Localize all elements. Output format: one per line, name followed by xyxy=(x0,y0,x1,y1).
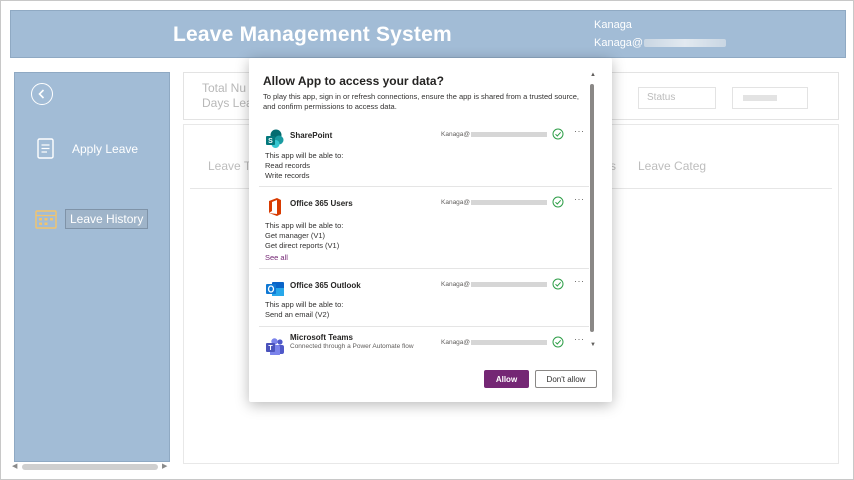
dialog-title: Allow App to access your data? xyxy=(263,74,444,88)
column-leave-category: Leave Categ xyxy=(638,159,707,173)
sidebar: Apply Leave Leave History xyxy=(14,72,170,462)
account-prefix: Kanaga@ xyxy=(441,339,471,346)
sidebar-item-label: Apply Leave xyxy=(72,142,139,156)
scroll-left-icon[interactable]: ◀ xyxy=(12,462,17,470)
calendar-icon xyxy=(35,210,57,229)
allow-button[interactable]: Allow xyxy=(484,370,529,388)
office365-icon xyxy=(269,198,281,216)
sidebar-item-label: Leave History xyxy=(65,209,149,229)
permission-item: Send an email (V2) xyxy=(265,310,330,319)
more-options-icon[interactable]: ··· xyxy=(574,194,585,204)
chevron-left-icon xyxy=(38,89,45,99)
permission-item: Get manager (V1) xyxy=(265,231,326,240)
app-header: Leave Management System Kanaga Kanaga@ xyxy=(10,10,846,58)
outlook-icon xyxy=(266,282,284,296)
permission-item: Read records xyxy=(265,161,311,170)
scrollbar-thumb[interactable] xyxy=(590,84,594,332)
account-prefix: Kanaga@ xyxy=(441,199,471,206)
service-name: Microsoft Teams xyxy=(290,333,353,342)
permission-item: Get direct reports (V1) xyxy=(265,241,340,250)
permission-heading: This app will be able to: xyxy=(265,151,344,160)
service-account: Kanaga@ xyxy=(441,131,548,138)
scroll-down-icon[interactable]: ▼ xyxy=(590,342,596,348)
sidebar-item-leave-history[interactable]: Leave History xyxy=(35,207,149,231)
back-button[interactable] xyxy=(31,83,53,105)
connection-office365-outlook: Office 365 Outlook Kanaga@ ··· This app … xyxy=(259,271,589,327)
scroll-up-icon[interactable]: ▲ xyxy=(590,72,596,78)
service-name: Office 365 Users xyxy=(290,199,353,208)
permission-heading: This app will be able to: xyxy=(265,300,344,309)
permission-heading: This app will be able to: xyxy=(265,221,344,230)
connection-sharepoint: S SharePoint Kanaga@ ··· This app will b… xyxy=(259,121,589,187)
redacted-account xyxy=(471,199,548,205)
app-title: Leave Management System xyxy=(173,23,452,46)
svg-text:T: T xyxy=(268,345,273,352)
svg-text:S: S xyxy=(268,138,273,145)
more-options-icon[interactable]: ··· xyxy=(574,334,585,344)
redacted-email xyxy=(644,39,727,48)
filter-dropdown[interactable] xyxy=(732,87,808,109)
service-name: SharePoint xyxy=(290,131,333,140)
user-email: Kanaga@ xyxy=(594,37,727,49)
check-circle-icon xyxy=(552,278,564,290)
dont-allow-button[interactable]: Don't allow xyxy=(535,370,597,388)
teams-icon: T xyxy=(266,338,284,355)
check-circle-icon xyxy=(552,196,564,208)
account-prefix: Kanaga@ xyxy=(441,281,471,288)
service-account: Kanaga@ xyxy=(441,199,548,206)
redacted-account xyxy=(471,131,548,137)
account-prefix: Kanaga@ xyxy=(441,131,471,138)
status-dropdown[interactable]: Status xyxy=(638,87,716,109)
sidebar-item-apply-leave[interactable]: Apply Leave xyxy=(35,137,138,161)
sharepoint-icon: S xyxy=(266,129,284,148)
horizontal-scrollbar[interactable]: ◀ ▶ xyxy=(12,463,168,471)
more-options-icon[interactable]: ··· xyxy=(574,276,585,286)
see-all-link[interactable]: See all xyxy=(265,253,288,262)
service-subtitle: Connected through a Power Automate flow xyxy=(290,343,414,350)
redacted-account xyxy=(471,339,548,345)
scroll-right-icon[interactable]: ▶ xyxy=(162,462,167,470)
check-circle-icon xyxy=(552,128,564,140)
document-icon xyxy=(37,138,54,159)
permission-dialog: Allow App to access your data? To play t… xyxy=(249,58,612,402)
check-circle-icon xyxy=(552,336,564,348)
connection-office365-users: Office 365 Users Kanaga@ ··· This app wi… xyxy=(259,189,589,269)
service-account: Kanaga@ xyxy=(441,281,548,288)
redacted-account xyxy=(471,281,548,287)
dialog-description: To play this app, sign in or refresh con… xyxy=(263,92,580,111)
dialog-scrollbar[interactable]: ▲ ▼ xyxy=(589,72,597,354)
service-name: Office 365 Outlook xyxy=(290,281,361,290)
scrollbar-thumb[interactable] xyxy=(22,464,158,470)
service-account: Kanaga@ xyxy=(441,339,548,346)
user-name: Kanaga xyxy=(594,19,632,31)
connection-microsoft-teams: T Microsoft Teams Connected through a Po… xyxy=(259,329,589,355)
user-email-prefix: Kanaga@ xyxy=(594,37,644,49)
permission-item: Write records xyxy=(265,171,310,180)
more-options-icon[interactable]: ··· xyxy=(574,126,585,136)
